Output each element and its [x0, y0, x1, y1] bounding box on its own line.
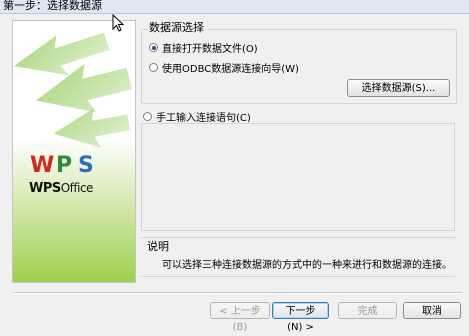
- wps-logo: W P S: [28, 150, 108, 179]
- manual-connection-textarea[interactable]: [141, 123, 455, 231]
- radio-open-file[interactable]: 直接打开数据文件(O): [149, 40, 258, 55]
- next-button[interactable]: 下一步(N) >: [272, 302, 329, 333]
- logo-office-suffix: Office: [60, 181, 94, 195]
- radio-open-file-label: 直接打开数据文件(O): [162, 44, 258, 55]
- finish-button[interactable]: 完成: [338, 302, 397, 319]
- data-source-group-label: 数据源选择: [147, 19, 206, 35]
- prev-button[interactable]: < 上一步(B): [210, 302, 270, 333]
- radio-odbc-indicator[interactable]: [149, 63, 158, 72]
- mouse-cursor-icon: [112, 14, 124, 32]
- wps-letters-icon: W P S: [30, 153, 94, 178]
- svg-text:P: P: [56, 153, 72, 176]
- radio-manual-indicator[interactable]: [143, 112, 152, 121]
- description-text: 可以选择三种连接数据源的方式中的一种来进行和数据源的连接。: [162, 260, 452, 271]
- window-title-bar: 第一步：选择数据源: [0, 0, 469, 14]
- logo-office-prefix: WPS: [29, 181, 61, 196]
- description-title: 说明: [147, 240, 169, 253]
- footer-separator: [12, 292, 462, 294]
- radio-open-file-indicator[interactable]: [149, 43, 158, 52]
- radio-odbc[interactable]: 使用ODBC数据源连接向导(W): [149, 60, 299, 75]
- cancel-button[interactable]: 取消: [403, 302, 461, 319]
- window-title: 第一步：选择数据源: [3, 0, 102, 12]
- svg-text:W: W: [30, 153, 54, 176]
- select-data-source-button[interactable]: 选择数据源(S)...: [347, 79, 450, 97]
- radio-manual-label: 手工输入连接语句(C): [156, 113, 251, 124]
- radio-odbc-label: 使用ODBC数据源连接向导(W): [162, 64, 299, 75]
- svg-text:S: S: [78, 153, 94, 176]
- radio-manual[interactable]: 手工输入连接语句(C): [143, 109, 251, 124]
- wps-office-logo-text: WPSOffice: [29, 181, 93, 196]
